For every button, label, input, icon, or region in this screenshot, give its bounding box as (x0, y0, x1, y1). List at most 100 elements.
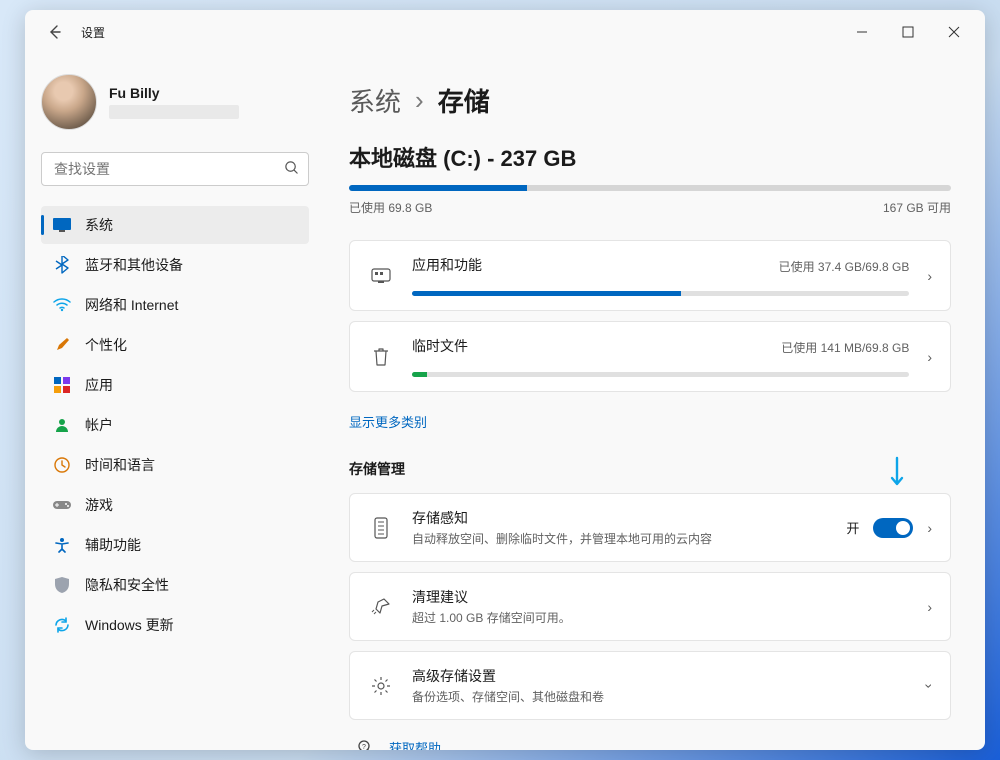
temp-bar (412, 372, 909, 377)
search-icon (284, 160, 299, 178)
search-box (41, 152, 309, 186)
close-icon (948, 26, 960, 38)
nav-time-language[interactable]: 时间和语言 (41, 446, 309, 484)
storage-sense-icon (368, 515, 394, 541)
card-sub: 自动释放空间、删除临时文件，并管理本地可用的云内容 (412, 530, 828, 547)
storage-temp-card[interactable]: 临时文件 已使用 141 MB/69.8 GB › (349, 321, 951, 392)
nav-accounts[interactable]: 帐户 (41, 406, 309, 444)
nav-network[interactable]: 网络和 Internet (41, 286, 309, 324)
close-button[interactable] (931, 16, 977, 48)
main-content: 系统 › 存储 本地磁盘 (C:) - 237 GB 已使用 69.8 GB 1… (325, 54, 985, 750)
sidebar: Fu Billy 系统 蓝牙和其他设备 (25, 54, 325, 750)
chevron-right-icon: › (927, 349, 932, 365)
nav-accessibility[interactable]: 辅助功能 (41, 526, 309, 564)
nav-label: 帐户 (85, 415, 113, 435)
trash-icon (368, 344, 394, 370)
disk-free-label: 167 GB 可用 (883, 199, 951, 216)
nav-label: 系统 (85, 215, 113, 235)
chevron-right-icon: › (927, 599, 932, 615)
avatar (41, 74, 97, 130)
apps-features-icon (368, 263, 394, 289)
nav-privacy[interactable]: 隐私和安全性 (41, 566, 309, 604)
breadcrumb: 系统 › 存储 (349, 82, 951, 119)
nav-system[interactable]: 系统 (41, 206, 309, 244)
chevron-right-icon: › (927, 268, 932, 284)
nav-windows-update[interactable]: Windows 更新 (41, 606, 309, 644)
bluetooth-icon (53, 256, 71, 274)
search-input[interactable] (41, 152, 309, 186)
nav-bluetooth[interactable]: 蓝牙和其他设备 (41, 246, 309, 284)
display-icon (53, 216, 71, 234)
broom-icon (368, 594, 394, 620)
disk-usage-sub: 已使用 69.8 GB 167 GB 可用 (349, 199, 951, 216)
user-email-placeholder (109, 105, 239, 119)
card-stat: 已使用 141 MB/69.8 GB (781, 339, 909, 356)
card-title: 临时文件 (412, 336, 468, 356)
accessibility-icon (53, 536, 71, 554)
user-name: Fu Billy (109, 85, 239, 101)
breadcrumb-system[interactable]: 系统 (349, 82, 401, 119)
nav-gaming[interactable]: 游戏 (41, 486, 309, 524)
person-icon (53, 416, 71, 434)
minimize-icon (856, 26, 868, 38)
nav-label: 辅助功能 (85, 535, 141, 555)
shield-icon (53, 576, 71, 594)
card-title: 应用和功能 (412, 255, 482, 275)
cleanup-suggestions-card[interactable]: 清理建议 超过 1.00 GB 存储空间可用。 › (349, 572, 951, 641)
nav-label: Windows 更新 (85, 615, 174, 635)
gear-icon (368, 673, 394, 699)
nav-label: 个性化 (85, 335, 127, 355)
show-more-categories[interactable]: 显示更多类别 (349, 412, 427, 431)
svg-text:?: ? (362, 744, 366, 751)
card-title: 高级存储设置 (412, 666, 909, 686)
get-help-row: ? 获取帮助 (349, 738, 951, 750)
game-icon (53, 496, 71, 514)
card-title: 存储感知 (412, 508, 828, 528)
disk-usage-bar (349, 185, 951, 191)
nav-label: 蓝牙和其他设备 (85, 255, 183, 275)
storage-management-heading: 存储管理 (349, 459, 951, 479)
minimize-button[interactable] (839, 16, 885, 48)
nav-label: 时间和语言 (85, 455, 155, 475)
maximize-icon (902, 26, 914, 38)
apps-bar (412, 291, 909, 296)
apps-icon (53, 376, 71, 394)
clock-icon (53, 456, 71, 474)
nav-label: 应用 (85, 375, 113, 395)
settings-window: 设置 Fu Billy (25, 10, 985, 750)
nav-label: 网络和 Internet (85, 295, 178, 315)
hint-arrow-icon (888, 456, 906, 497)
toggle-state-label: 开 (846, 518, 859, 537)
breadcrumb-storage: 存储 (438, 82, 490, 119)
help-icon: ? (357, 739, 375, 751)
app-title: 设置 (81, 24, 105, 41)
update-icon (53, 616, 71, 634)
storage-apps-card[interactable]: 应用和功能 已使用 37.4 GB/69.8 GB › (349, 240, 951, 311)
back-button[interactable] (41, 18, 69, 46)
chevron-right-icon: › (415, 85, 424, 116)
nav-personalization[interactable]: 个性化 (41, 326, 309, 364)
disk-used-label: 已使用 69.8 GB (349, 199, 432, 216)
get-help-link[interactable]: 获取帮助 (389, 738, 441, 750)
card-stat: 已使用 37.4 GB/69.8 GB (779, 258, 910, 275)
card-sub: 备份选项、存储空间、其他磁盘和卷 (412, 688, 909, 705)
arrow-left-icon (47, 24, 63, 40)
nav-list: 系统 蓝牙和其他设备 网络和 Internet 个性化 应用 (41, 206, 309, 644)
advanced-storage-card[interactable]: 高级存储设置 备份选项、存储空间、其他磁盘和卷 › (349, 651, 951, 720)
chevron-down-icon: › (922, 683, 938, 688)
titlebar: 设置 (25, 10, 985, 54)
maximize-button[interactable] (885, 16, 931, 48)
disk-title: 本地磁盘 (C:) - 237 GB (349, 141, 951, 173)
nav-label: 隐私和安全性 (85, 575, 169, 595)
card-sub: 超过 1.00 GB 存储空间可用。 (412, 609, 909, 626)
wifi-icon (53, 296, 71, 314)
brush-icon (53, 336, 71, 354)
nav-apps[interactable]: 应用 (41, 366, 309, 404)
chevron-right-icon: › (927, 520, 932, 536)
storage-sense-card[interactable]: 存储感知 自动释放空间、删除临时文件，并管理本地可用的云内容 开 › (349, 493, 951, 562)
user-block[interactable]: Fu Billy (41, 74, 309, 130)
nav-label: 游戏 (85, 495, 113, 515)
storage-sense-toggle[interactable] (873, 518, 913, 538)
card-title: 清理建议 (412, 587, 909, 607)
disk-usage-fill (349, 185, 527, 191)
